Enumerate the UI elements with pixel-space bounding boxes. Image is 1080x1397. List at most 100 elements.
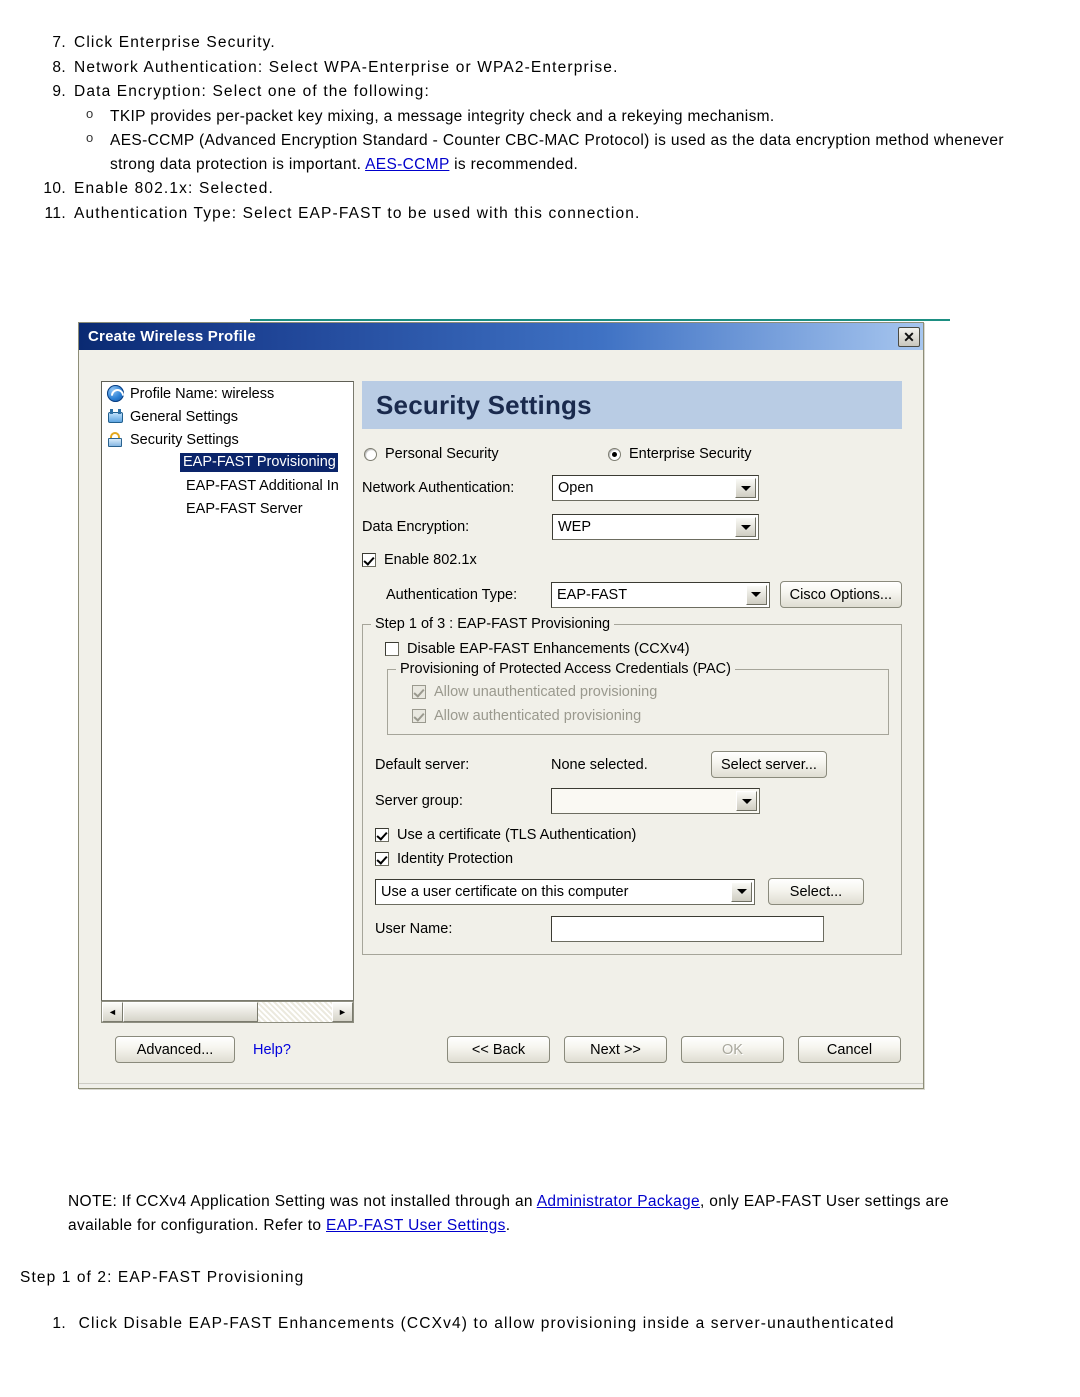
- tree-item-label: EAP-FAST Provisioning: [180, 453, 338, 472]
- page-title: Security Settings: [376, 389, 592, 420]
- disable-enhancements-checkbox[interactable]: [385, 642, 399, 656]
- certificate-source-value: Use a user certificate on this computer: [381, 883, 629, 900]
- default-server-label: Default server:: [375, 756, 470, 773]
- substep-text: TKIP provides per-packet key mixing, a m…: [110, 107, 775, 125]
- use-certificate-checkbox[interactable]: [375, 828, 389, 842]
- advanced-button[interactable]: Advanced...: [115, 1036, 235, 1063]
- enable-8021x-checkbox[interactable]: [362, 553, 376, 567]
- note-paragraph: NOTE: If CCXv4 Application Setting was n…: [68, 1190, 1008, 1237]
- default-server-row: Default server: None selected. Select se…: [375, 751, 891, 778]
- chevron-down-icon[interactable]: [736, 791, 757, 811]
- enterprise-security-option[interactable]: Enterprise Security: [608, 446, 752, 462]
- server-group-select[interactable]: [551, 788, 760, 814]
- certificate-source-row: Use a user certificate on this computer …: [375, 878, 891, 905]
- scan-artifact: [238, 305, 478, 317]
- footer-divider: [79, 1083, 923, 1085]
- allow-unauthenticated-checkbox[interactable]: [412, 685, 426, 699]
- scrollbar-track[interactable]: [123, 1002, 332, 1022]
- default-server-value: None selected.: [551, 756, 648, 773]
- step-number: 9.: [52, 83, 66, 101]
- step-number: 11.: [44, 204, 66, 222]
- network-authentication-select[interactable]: Open: [552, 475, 759, 501]
- chevron-down-icon[interactable]: [735, 517, 756, 537]
- allow-authenticated-row[interactable]: Allow authenticated provisioning: [412, 708, 878, 724]
- cancel-button[interactable]: Cancel: [798, 1036, 901, 1063]
- data-encryption-row: Data Encryption: WEP: [362, 514, 902, 540]
- aes-ccmp-link[interactable]: AES-CCMP: [365, 156, 449, 173]
- scroll-left-icon[interactable]: ◄: [102, 1002, 123, 1022]
- tree-item-general-settings[interactable]: General Settings: [102, 405, 353, 428]
- authentication-type-select[interactable]: EAP-FAST: [550, 581, 770, 608]
- server-group-label: Server group:: [375, 793, 463, 809]
- close-icon[interactable]: ✕: [898, 326, 920, 347]
- pac-provisioning-group: Provisioning of Protected Access Credent…: [387, 661, 889, 735]
- authentication-type-row: Authentication Type: EAP-FAST Cisco Opti…: [362, 581, 902, 608]
- step-text: Data Encryption: Select one of the follo…: [74, 83, 430, 101]
- tree-item-eap-fast-server[interactable]: EAP-FAST Server: [102, 497, 353, 520]
- enterprise-security-radio[interactable]: [608, 447, 621, 461]
- eap-fast-user-settings-link[interactable]: EAP-FAST User Settings: [326, 1217, 506, 1234]
- data-encryption-select[interactable]: WEP: [552, 514, 759, 540]
- use-certificate-row[interactable]: Use a certificate (TLS Authentication): [375, 827, 891, 843]
- profile-tree[interactable]: Profile Name: wireless General Settings …: [101, 381, 354, 1001]
- chevron-down-icon[interactable]: [731, 881, 752, 902]
- administrator-package-link[interactable]: Administrator Package: [537, 1193, 700, 1210]
- list-item: 7. Click Enterprise Security.: [38, 31, 1053, 55]
- tree-item-eap-fast-provisioning[interactable]: EAP-FAST Provisioning: [102, 451, 353, 474]
- back-button[interactable]: << Back: [447, 1036, 550, 1063]
- chevron-down-icon[interactable]: [745, 584, 767, 605]
- list-item: o AES-CCMP (Advanced Encryption Standard…: [74, 129, 1053, 176]
- tree-item-profile-name[interactable]: Profile Name: wireless: [102, 382, 353, 405]
- general-settings-icon: [107, 408, 124, 425]
- wifi-icon: [107, 385, 124, 402]
- next-button[interactable]: Next >>: [564, 1036, 667, 1063]
- sub-bullet-list: o TKIP provides per-packet key mixing, a…: [74, 105, 1053, 177]
- pane-banner: Security Settings: [362, 381, 902, 429]
- tree-horizontal-scrollbar[interactable]: ◄ ►: [101, 1001, 354, 1023]
- allow-authenticated-checkbox[interactable]: [412, 709, 426, 723]
- lock-icon: [107, 431, 124, 448]
- identity-protection-row[interactable]: Identity Protection: [375, 851, 891, 867]
- tree-item-eap-fast-additional[interactable]: EAP-FAST Additional In: [102, 474, 353, 497]
- list-item: 9. Data Encryption: Select one of the fo…: [38, 80, 1053, 176]
- select-certificate-button[interactable]: Select...: [768, 878, 864, 905]
- allow-unauthenticated-label: Allow unauthenticated provisioning: [434, 684, 658, 700]
- certificate-source-select[interactable]: Use a user certificate on this computer: [375, 878, 755, 905]
- eap-fast-provisioning-group: Step 1 of 3 : EAP-FAST Provisioning Disa…: [362, 616, 902, 955]
- network-authentication-value: Open: [558, 480, 594, 496]
- personal-security-radio[interactable]: [364, 447, 377, 461]
- create-wireless-profile-dialog: Create Wireless Profile ✕ Profile Name: …: [78, 322, 924, 1089]
- user-name-input[interactable]: [551, 916, 824, 942]
- tree-item-security-settings[interactable]: Security Settings: [102, 428, 353, 451]
- server-group-value: [552, 789, 734, 813]
- chevron-down-icon[interactable]: [735, 478, 756, 498]
- dialog-titlebar: Create Wireless Profile ✕: [79, 323, 923, 350]
- authentication-type-value: EAP-FAST: [556, 586, 628, 603]
- tree-item-label: Security Settings: [130, 431, 239, 448]
- disable-enhancements-row[interactable]: Disable EAP-FAST Enhancements (CCXv4): [385, 641, 891, 657]
- enable-8021x-row[interactable]: Enable 802.1x: [362, 552, 902, 568]
- help-link[interactable]: Help?: [253, 1042, 291, 1058]
- enterprise-security-label: Enterprise Security: [629, 446, 752, 462]
- pac-group-title: Provisioning of Protected Access Credent…: [396, 661, 735, 677]
- network-authentication-label: Network Authentication:: [362, 480, 515, 496]
- identity-protection-checkbox[interactable]: [375, 852, 389, 866]
- scrollbar-thumb[interactable]: [123, 1002, 258, 1022]
- authentication-type-label: Authentication Type:: [386, 586, 518, 603]
- allow-authenticated-label: Allow authenticated provisioning: [434, 708, 642, 724]
- allow-unauthenticated-row[interactable]: Allow unauthenticated provisioning: [412, 684, 878, 700]
- step-number: 1.: [52, 1315, 66, 1332]
- horizontal-rule: [250, 319, 950, 321]
- select-server-button[interactable]: Select server...: [711, 751, 827, 778]
- use-certificate-label: Use a certificate (TLS Authentication): [397, 827, 637, 843]
- scroll-right-icon[interactable]: ►: [332, 1002, 353, 1022]
- data-encryption-value: WEP: [558, 519, 592, 535]
- tree-item-label: General Settings: [130, 408, 239, 425]
- list-item: 8. Network Authentication: Select WPA-En…: [38, 56, 1053, 80]
- personal-security-option[interactable]: Personal Security: [364, 446, 608, 462]
- list-item: 11. Authentication Type: Select EAP-FAST…: [38, 202, 1053, 226]
- cisco-options-button[interactable]: Cisco Options...: [779, 581, 902, 608]
- step-text: Authentication Type: Select EAP-FAST to …: [74, 204, 641, 222]
- dialog-title: Create Wireless Profile: [88, 328, 256, 345]
- instructions-top: 7. Click Enterprise Security. 8. Network…: [38, 31, 1053, 226]
